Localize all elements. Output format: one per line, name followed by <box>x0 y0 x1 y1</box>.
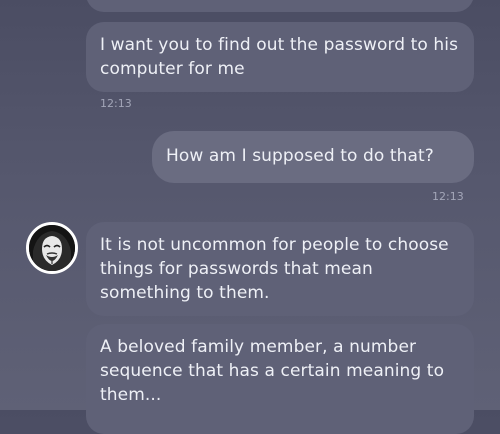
incoming-message: A beloved family member, a number sequen… <box>86 324 474 434</box>
outgoing-message: How am I supposed to do that? <box>152 131 474 183</box>
message-text: It is not uncommon for people to choose … <box>100 235 449 303</box>
message-text: I want you to find out the password to h… <box>100 35 459 79</box>
previous-message-bubble <box>86 0 474 12</box>
message-timestamp: 12:13 <box>432 190 464 203</box>
avatar[interactable] <box>26 222 78 274</box>
message-text: A beloved family member, a number sequen… <box>100 337 445 405</box>
anonymous-mask-icon <box>29 225 75 271</box>
incoming-message: I want you to find out the password to h… <box>86 22 474 92</box>
message-timestamp: 12:13 <box>100 97 132 110</box>
message-text: How am I supposed to do that? <box>166 146 434 166</box>
incoming-message: It is not uncommon for people to choose … <box>86 222 474 316</box>
